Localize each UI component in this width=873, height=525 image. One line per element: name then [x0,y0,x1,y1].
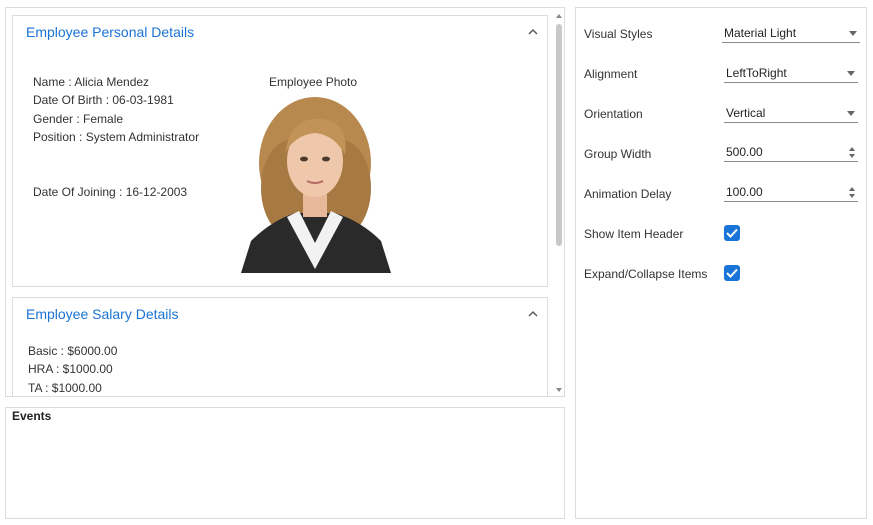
alignment-label: Alignment [584,67,638,81]
salary-basic: Basic : $6000.00 [28,344,118,358]
scroll-up-arrow-icon[interactable] [555,12,563,20]
expand-collapse-items-checkbox[interactable] [724,265,740,281]
group-title-salary: Employee Salary Details [26,306,179,322]
employee-photo [241,97,391,273]
group-width-value: 500.00 [726,145,763,159]
visual-styles-label: Visual Styles [584,27,653,41]
employee-joining-date: Date Of Joining : 16-12-2003 [33,185,188,199]
orientation-value: Vertical [726,106,766,120]
events-title: Events [12,409,52,423]
alignment-value: LeftToRight [726,66,787,80]
salary-ta: TA : $1000.00 [28,381,102,395]
orientation-dropdown[interactable]: Vertical [724,105,858,123]
employee-name: Name : Alicia Mendez [33,75,150,89]
visual-styles-dropdown[interactable]: Material Light [722,25,860,43]
group-header-salary[interactable]: Employee Salary Details [13,298,547,330]
scroll-down-arrow-icon[interactable] [555,386,563,394]
vertical-scrollbar[interactable] [554,12,564,394]
group-title-personal: Employee Personal Details [26,24,195,40]
show-item-header-checkbox[interactable] [724,225,740,241]
employee-dob: Date Of Birth : 06-03-1981 [33,93,174,107]
caret-down-icon [847,71,855,76]
group-width-input[interactable]: 500.00 [724,144,858,162]
events-log-panel[interactable]: Events [5,407,565,519]
caret-down-icon [847,111,855,116]
animation-delay-value: 100.00 [726,185,763,199]
expand-collapse-items-label: Expand/Collapse Items [584,267,708,281]
group-employee-salary-details: Employee Salary Details Basic : $6000.00… [12,297,548,396]
orientation-label: Orientation [584,107,643,121]
caret-down-icon [849,31,857,36]
alignment-dropdown[interactable]: LeftToRight [724,65,858,83]
group-width-label: Group Width [584,147,652,161]
scrollbar-thumb[interactable] [556,24,562,246]
employee-photo-label: Employee Photo [269,75,358,89]
group-header-personal[interactable]: Employee Personal Details [13,16,547,48]
properties-panel: Visual Styles Material Light Alignment L… [575,7,867,519]
animation-delay-input[interactable]: 100.00 [724,184,858,202]
chevron-up-icon[interactable] [527,26,539,38]
animation-delay-label: Animation Delay [584,187,672,201]
salary-hra: HRA : $1000.00 [28,362,113,376]
group-bar-panel: Employee Personal Details Name : Alicia … [5,7,565,397]
visual-styles-value: Material Light [724,26,797,40]
spin-arrows-icon[interactable] [848,146,856,159]
checkmark-icon [726,228,738,238]
chevron-up-icon[interactable] [527,308,539,320]
group-employee-personal-details: Employee Personal Details Name : Alicia … [12,15,548,287]
employee-gender: Gender : Female [33,112,124,126]
spin-arrows-icon[interactable] [848,186,856,199]
employee-position: Position : System Administrator [33,130,200,144]
show-item-header-label: Show Item Header [584,227,684,241]
checkmark-icon [726,268,738,278]
